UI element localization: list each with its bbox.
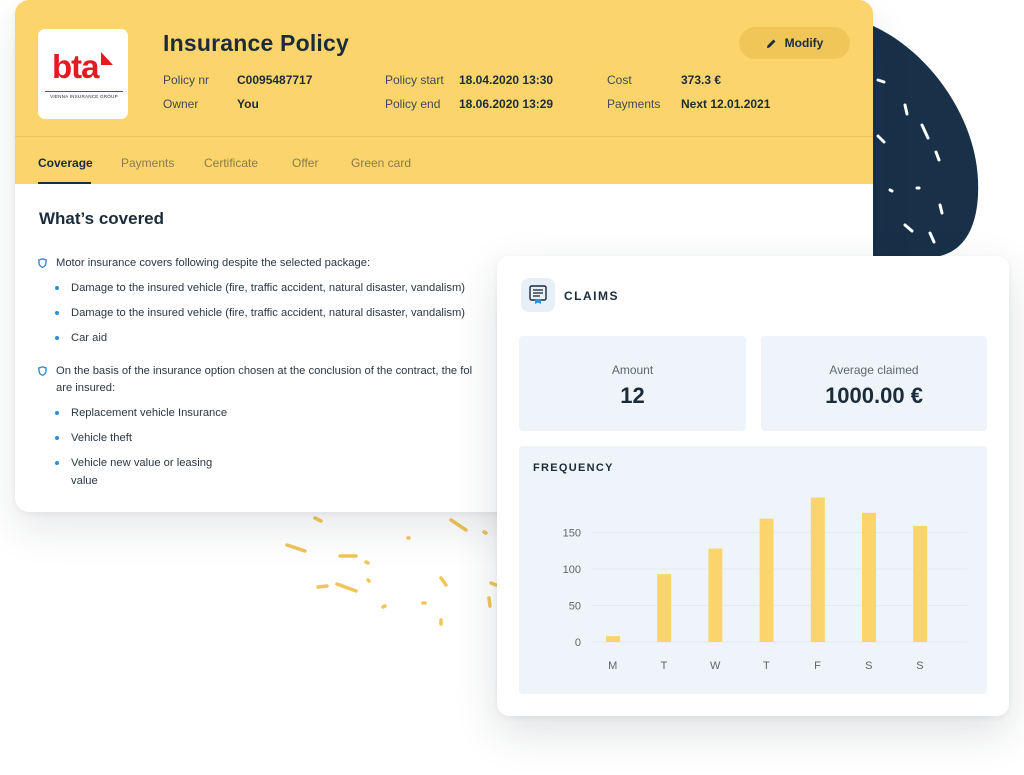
owner-value: You: [237, 97, 259, 111]
x-tick-label: F: [814, 660, 821, 672]
coverage-group-text: On the basis of the insurance option cho…: [56, 365, 473, 377]
list-item: Damage to the insured vehicle (fire, tra…: [71, 307, 466, 319]
bullet: [55, 311, 59, 315]
y-tick-label: 0: [575, 637, 581, 649]
policy-start-label: Policy start: [385, 73, 444, 87]
list-item: Damage to the insured vehicle (fire, tra…: [71, 282, 466, 294]
policy-end-value: 18.06.2020 13:29: [459, 97, 554, 111]
modify-label: Modify: [784, 36, 824, 50]
bullet: [55, 436, 59, 440]
coverage-group-text-cont: are insured:: [56, 382, 116, 394]
tab-coverage[interactable]: Coverage: [38, 156, 93, 170]
shield-icon: [38, 258, 47, 268]
cost-label: Cost: [607, 73, 632, 87]
claims-card: CLAIMS Amount 12 Average claimed 1000.00…: [497, 256, 1009, 716]
list-item: Vehicle new value or leasing: [71, 457, 213, 469]
document-icon: [529, 285, 547, 304]
x-tick-label: M: [608, 660, 618, 672]
bullet: [55, 461, 59, 465]
x-tick-label: T: [763, 660, 770, 672]
bar: [862, 512, 876, 642]
average-claimed-stat: Average claimed 1000.00 €: [761, 336, 987, 431]
tab-payments[interactable]: Payments: [121, 156, 174, 170]
tab-green-card[interactable]: Green card: [351, 156, 411, 170]
bullet: [55, 286, 59, 290]
coverage-group-text: Motor insurance covers following despite…: [56, 257, 371, 269]
tab-offer[interactable]: Offer: [292, 156, 318, 170]
list-item: Vehicle theft: [71, 432, 132, 444]
policy-start-value: 18.04.2020 13:30: [459, 73, 554, 87]
average-claimed-value: 1000.00 €: [825, 383, 923, 408]
amount-label: Amount: [611, 363, 654, 377]
bar: [606, 636, 620, 642]
logo-subtext: VIENNA INSURANCE GROUP: [45, 91, 123, 99]
list-item: Car aid: [71, 332, 108, 344]
y-tick-label: 50: [569, 601, 581, 613]
average-claimed-label: Average claimed: [829, 363, 919, 377]
x-tick-label: T: [661, 660, 668, 672]
policy-end-label: Policy end: [385, 97, 441, 111]
x-tick-label: S: [916, 660, 924, 672]
payments-label: Payments: [607, 97, 661, 111]
shield-icon: [38, 366, 47, 376]
insurer-logo: bta VIENNA INSURANCE GROUP: [38, 29, 128, 119]
bar: [810, 497, 825, 642]
policy-nr-value: C0095487717: [237, 73, 313, 87]
x-tick-label: W: [710, 660, 721, 672]
modify-button[interactable]: Modify: [739, 27, 850, 59]
claims-title: CLAIMS: [564, 289, 619, 303]
bar: [657, 574, 672, 642]
bar: [759, 518, 774, 642]
y-tick-label: 100: [563, 564, 581, 576]
frequency-panel: FREQUENCY 0 50 100 150 M T W T F S S: [519, 446, 987, 694]
tabs-divider: [15, 136, 873, 137]
bullet: [55, 336, 59, 340]
bar: [708, 548, 723, 642]
page-title: Insurance Policy: [163, 30, 349, 56]
bar: [913, 525, 928, 642]
pencil-icon: [766, 39, 776, 48]
policy-header: bta VIENNA INSURANCE GROUP Insurance Pol…: [15, 0, 873, 184]
x-tick-label: S: [865, 660, 873, 672]
frequency-chart: 0 50 100 150 M T W T F S S: [563, 497, 967, 672]
bullet: [55, 411, 59, 415]
policy-nr-label: Policy nr: [163, 73, 210, 87]
cost-value: 373.3 €: [681, 73, 722, 87]
list-item: Replacement vehicle Insurance: [71, 407, 228, 419]
amount-stat: Amount 12: [519, 336, 746, 431]
owner-label: Owner: [163, 97, 199, 111]
payments-value: Next 12.01.2021: [681, 97, 771, 111]
claims-icon: [521, 278, 555, 312]
tab-certificate[interactable]: Certificate: [204, 156, 258, 170]
amount-value: 12: [620, 383, 645, 408]
y-tick-label: 150: [563, 528, 581, 540]
logo-wordmark: bta: [52, 48, 99, 85]
active-tab-indicator: [38, 182, 91, 184]
sail-icon: [101, 52, 113, 65]
list-item-cont: value: [71, 475, 98, 487]
section-title: What’s covered: [39, 209, 165, 228]
